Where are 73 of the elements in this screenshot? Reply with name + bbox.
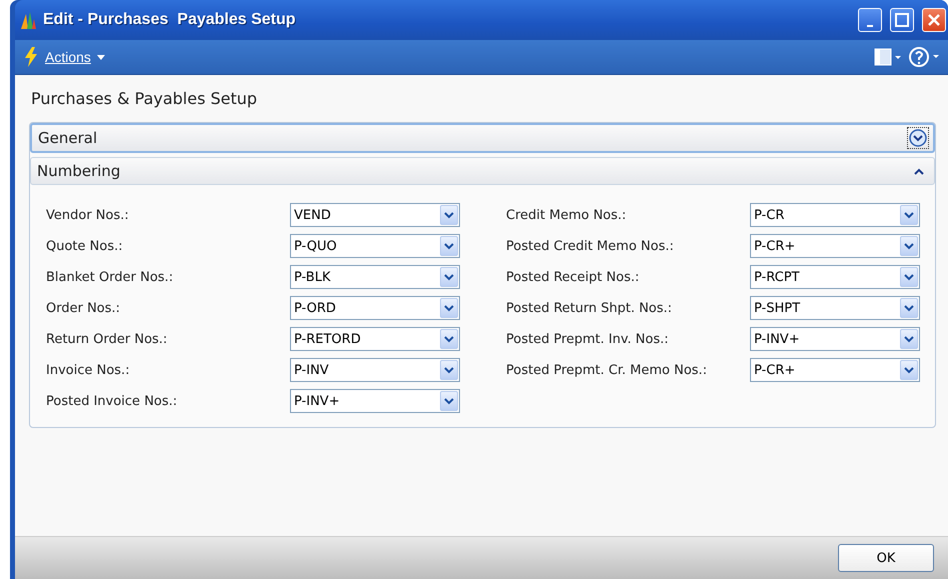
dropdown-button[interactable] (900, 236, 918, 256)
field-label: Vendor Nos.: (46, 208, 130, 222)
maximize-icon (895, 13, 909, 27)
section-toggle-button[interactable] (907, 127, 929, 149)
field-label: Posted Return Shpt. Nos.: (506, 300, 673, 316)
dropdown-button[interactable] (440, 360, 458, 380)
close-button[interactable] (922, 8, 946, 32)
section-title: General (38, 129, 98, 147)
number-series-dropdown[interactable]: P-ORD (290, 296, 460, 320)
number-series-dropdown[interactable]: P-BLK (290, 265, 460, 289)
number-series-dropdown[interactable]: P-QUO (290, 234, 460, 258)
actions-menu-button[interactable]: Actions (23, 47, 105, 67)
chevron-down-icon (444, 366, 454, 374)
dropdown-button[interactable] (440, 205, 458, 225)
field-label: Credit Memo Nos.: (506, 208, 628, 222)
layout-menu-icon[interactable] (874, 48, 902, 66)
minimize-icon (867, 25, 873, 27)
chevron-down-icon (444, 274, 454, 280)
dropdown-button[interactable] (900, 360, 918, 380)
chevron-down-icon (904, 304, 914, 312)
field-label: Posted Receipt Nos.: (506, 270, 640, 284)
number-series-dropdown[interactable]: P-RCPT (750, 265, 920, 289)
maximize-button[interactable] (890, 8, 914, 32)
field-label: Return Order Nos.: (46, 332, 168, 346)
minimize-button[interactable] (858, 8, 882, 32)
field-label: Invoice Nos.: (46, 362, 131, 378)
chevron-down-icon (904, 242, 914, 250)
field-label: Order Nos.: (46, 300, 122, 316)
ok-button[interactable]: OK (838, 544, 934, 572)
chevron-down-icon (444, 304, 454, 312)
dropdown-button[interactable] (440, 267, 458, 287)
dropdown-button[interactable] (440, 391, 458, 411)
chevron-down-icon (444, 242, 454, 250)
chevron-down-icon (444, 336, 454, 342)
field-label: Posted Credit Memo Nos.: (506, 238, 675, 254)
chevron-down-icon (904, 336, 914, 342)
field-label: Posted Prepmt. Inv. Nos.: (506, 332, 670, 346)
chevron-up-icon (914, 168, 924, 174)
chevron-circle-icon (909, 129, 927, 147)
page-title: Purchases & Payables Setup (31, 89, 258, 108)
number-series-dropdown[interactable]: P-CR (750, 203, 920, 227)
dropdown-button[interactable] (900, 329, 918, 349)
chevron-down-icon (904, 274, 914, 280)
number-series-dropdown[interactable]: P-CR+ (750, 358, 920, 382)
number-series-dropdown[interactable]: P-CR+ (750, 234, 920, 258)
caret-icon (96, 54, 105, 60)
dropdown-button[interactable] (440, 236, 458, 256)
section-header[interactable]: General (30, 123, 935, 153)
field-label: Posted Invoice Nos.: (46, 394, 178, 408)
window-title: Edit - Purchases Payables Setup (43, 11, 297, 29)
close-icon (927, 13, 941, 27)
dropdown-button[interactable] (900, 267, 918, 287)
field-label: Posted Prepmt. Cr. Memo Nos.: (506, 362, 708, 378)
number-series-dropdown[interactable]: VEND (290, 203, 460, 227)
number-series-dropdown[interactable]: P-INV+ (290, 389, 460, 413)
chevron-down-icon (904, 212, 914, 218)
lightning-icon (23, 47, 39, 67)
field-label: Blanket Order Nos.: (46, 270, 174, 284)
number-series-dropdown[interactable]: P-INV+ (750, 327, 920, 351)
field-label: Quote Nos.: (46, 238, 124, 254)
dropdown-button[interactable] (900, 205, 918, 225)
number-series-dropdown[interactable]: P-RETORD (290, 327, 460, 351)
section-title: Numbering (37, 162, 122, 180)
help-menu-icon[interactable] (908, 46, 940, 68)
chevron-down-icon (444, 212, 454, 218)
chevron-down-icon (904, 366, 914, 374)
section-header[interactable]: Numbering (30, 157, 935, 185)
number-series-dropdown[interactable]: P-INV (290, 358, 460, 382)
dropdown-button[interactable] (440, 298, 458, 318)
number-series-dropdown[interactable]: P-SHPT (750, 296, 920, 320)
dropdown-button[interactable] (440, 329, 458, 349)
dropdown-button[interactable] (900, 298, 918, 318)
chevron-down-icon (444, 398, 454, 404)
